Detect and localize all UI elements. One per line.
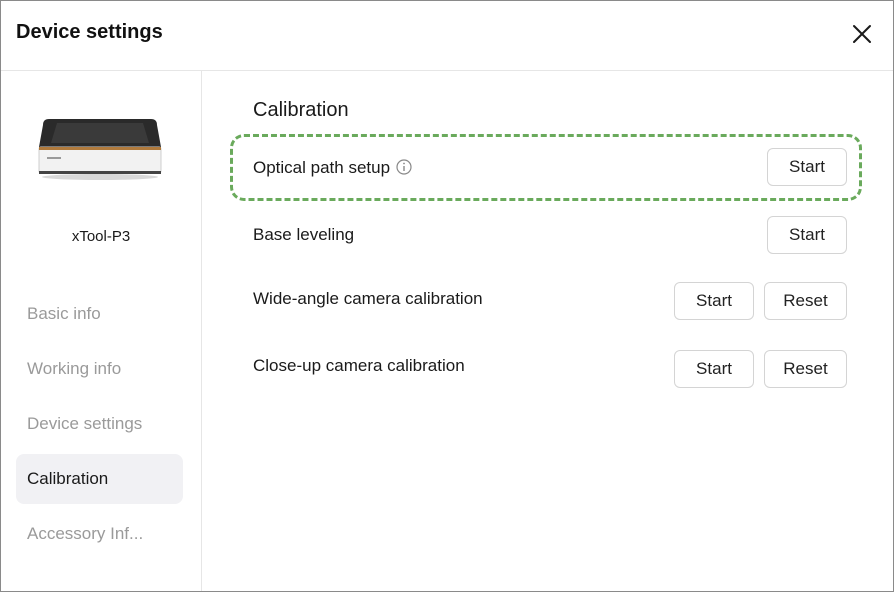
row-label-text: Optical path setup — [253, 158, 391, 177]
dialog-header: Device settings — [1, 1, 893, 71]
sidebar-item-device-settings[interactable]: Device settings — [16, 399, 183, 449]
dialog-title: Device settings — [16, 21, 163, 43]
sidebar: xTool-P3 Basic info Working info Device … — [1, 71, 202, 591]
close-icon — [853, 25, 871, 43]
wide-angle-start-button[interactable]: Start — [674, 282, 754, 320]
calibration-panel: Calibration Optical path setup Start Bas… — [202, 71, 893, 591]
wide-angle-camera-calibration-label: Wide-angle camera calibration — [253, 289, 483, 308]
sidebar-item-calibration[interactable]: Calibration — [16, 454, 183, 504]
base-leveling-label: Base leveling — [253, 225, 355, 244]
sidebar-item-accessory-info[interactable]: Accessory Inf... — [16, 509, 183, 559]
close-up-reset-button[interactable]: Reset — [764, 350, 847, 388]
optical-path-start-button[interactable]: Start — [767, 148, 847, 186]
close-button[interactable] — [850, 22, 874, 46]
laser-device-image — [38, 119, 162, 180]
device-settings-dialog: Device settings xTool-P3 Basic info Work… — [0, 0, 894, 592]
sidebar-item-basic-info[interactable]: Basic info — [16, 289, 183, 339]
device-name: xTool-P3 — [71, 228, 131, 245]
section-title: Calibration — [253, 99, 349, 121]
wide-angle-reset-button[interactable]: Reset — [764, 282, 847, 320]
close-up-camera-calibration-label: Close-up camera calibration — [253, 356, 465, 375]
sidebar-item-working-info[interactable]: Working info — [16, 344, 183, 394]
info-icon[interactable] — [396, 159, 412, 180]
optical-path-setup-label: Optical path setup — [253, 158, 412, 180]
close-up-start-button[interactable]: Start — [674, 350, 754, 388]
base-leveling-start-button[interactable]: Start — [767, 216, 847, 254]
